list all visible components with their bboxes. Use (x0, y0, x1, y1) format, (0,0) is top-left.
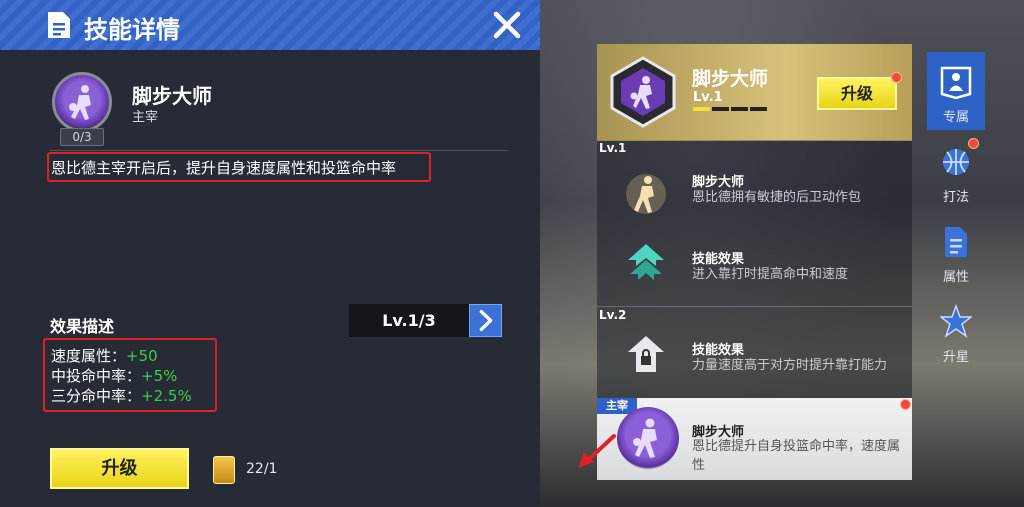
stat-label: 速度属性： (51, 347, 127, 365)
stat-value: +50 (126, 347, 158, 365)
stat-label: 中投命中率： (51, 367, 142, 385)
master-skill-icon (617, 407, 679, 469)
summary-upgrade-button[interactable]: 升级 (817, 77, 897, 110)
page-title: 技能详情 (84, 16, 180, 44)
tab-exclusive[interactable]: 专属 (927, 52, 985, 130)
tab-star-up[interactable]: 升星 (927, 292, 985, 370)
skill-icon (52, 72, 112, 132)
player-dribble-icon (633, 418, 657, 458)
document-icon (945, 227, 967, 257)
tab-label: 专属 (942, 110, 969, 125)
skill-type: 主宰 (132, 110, 159, 125)
document-icon (48, 12, 70, 38)
stat-speed: 速度属性：+50 (51, 345, 158, 366)
stat-value: +5% (141, 367, 178, 385)
panel-header (0, 0, 540, 50)
level-display: Lv.1/3 (349, 304, 469, 337)
card-count: 22/1 (246, 461, 278, 477)
master-skill-desc: 恩比德提升自身投篮命中率，速度属性 (692, 439, 901, 473)
tab-label: 属性 (942, 270, 969, 285)
skill-row-desc: 恩比德拥有敏捷的后卫动作包 (692, 190, 862, 205)
level-section-label: Lv.2 (599, 308, 627, 322)
player-move-icon (626, 174, 666, 214)
skill-description: 恩比德主宰开启后，提升自身速度属性和投篮命中率 (51, 159, 397, 177)
divider (597, 306, 912, 307)
stat-midrange: 中投命中率：+5% (51, 365, 177, 386)
chevron-up-lock-icon (628, 336, 664, 372)
summary-skill-name: 脚步大师 (692, 68, 769, 90)
divider (597, 140, 912, 141)
skill-progress: 0/3 (60, 128, 104, 146)
tab-label: 升星 (942, 350, 969, 365)
upgrade-button[interactable]: 升级 (50, 448, 189, 489)
tab-label: 打法 (942, 190, 969, 205)
divider (50, 150, 508, 151)
skill-badge-icon (610, 56, 676, 128)
level-section-label: Lv.1 (599, 141, 627, 155)
close-icon[interactable] (488, 6, 526, 44)
level-bar-segment (731, 107, 748, 111)
notification-dot-icon (968, 138, 979, 149)
chevron-up-icon (628, 244, 664, 280)
player-icon (940, 66, 972, 100)
player-card-icon (213, 456, 235, 484)
star-icon (940, 304, 972, 338)
player-dribble-icon (69, 85, 91, 120)
tab-attributes[interactable]: 属性 (927, 212, 985, 290)
level-next-button[interactable] (469, 304, 502, 337)
skill-name: 脚步大师 (132, 84, 212, 108)
level-bar-segment (693, 107, 710, 111)
stat-label: 三分命中率： (51, 387, 142, 405)
summary-level: Lv.1 (693, 90, 723, 105)
level-bar-segment (712, 107, 729, 111)
effect-title: 效果描述 (50, 317, 115, 336)
notification-dot-icon (891, 72, 902, 83)
skill-row-desc: 进入靠打时提高命中和速度 (692, 267, 849, 282)
pointer-arrow-icon (578, 434, 616, 468)
notification-dot-icon (900, 399, 911, 410)
stat-three-point: 三分命中率：+2.5% (51, 385, 192, 406)
basketball-icon (943, 149, 969, 175)
stat-value: +2.5% (141, 387, 192, 405)
skill-row-desc: 力量速度高于对方时提升靠打能力 (692, 358, 888, 373)
level-bar-segment (750, 107, 767, 111)
